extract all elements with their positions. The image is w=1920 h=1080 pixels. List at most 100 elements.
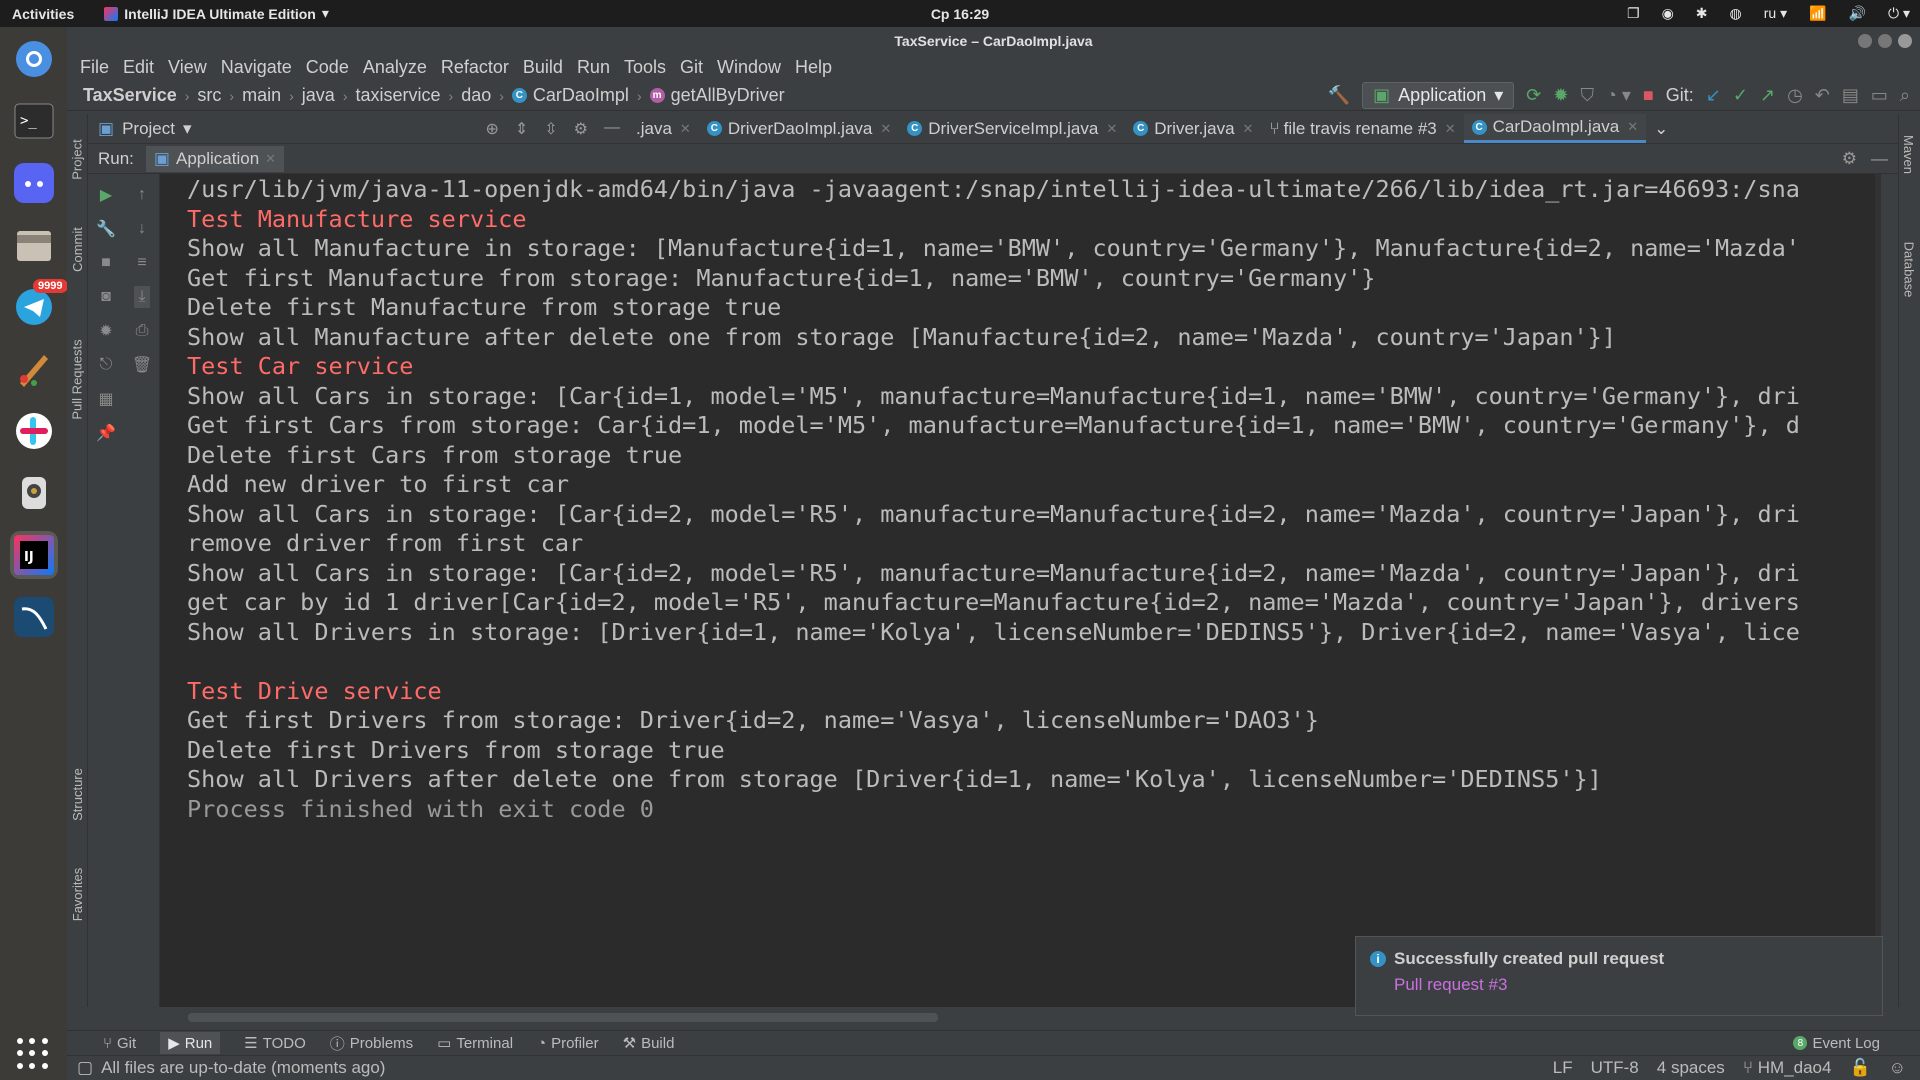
rerun-icon[interactable]: ⟳ — [1526, 85, 1541, 106]
close-tab-icon[interactable]: ✕ — [1445, 121, 1456, 137]
event-log-button[interactable]: 8 Event Log — [1793, 1035, 1880, 1052]
chromium-dock-icon[interactable] — [10, 35, 58, 83]
menu-help[interactable]: Help — [788, 57, 839, 78]
menu-build[interactable]: Build — [516, 57, 570, 78]
close-tab-icon[interactable]: ✕ — [680, 121, 691, 137]
git-push-icon[interactable]: ↗ — [1760, 85, 1775, 106]
line-separator[interactable]: LF — [1553, 1058, 1573, 1078]
debug-icon[interactable]: ✹ — [1553, 85, 1568, 106]
hide-icon[interactable]: — — [604, 119, 620, 139]
close-tab-icon[interactable]: ✕ — [265, 151, 276, 167]
status-panel-icon[interactable]: ▢ — [77, 1058, 93, 1078]
run-tab-application[interactable]: ▣ Application ✕ — [145, 145, 285, 172]
breadcrumb-dao[interactable]: dao — [461, 85, 491, 106]
editor-tab[interactable]: C Driver.java ✕ — [1125, 114, 1261, 143]
console-output[interactable]: /usr/lib/jvm/java-11-openjdk-amd64/bin/j… — [160, 174, 1880, 1007]
mysql-workbench-dock-icon[interactable] — [10, 593, 58, 641]
project-structure-icon[interactable]: ▤ — [1842, 85, 1859, 106]
down-arrow-icon[interactable]: ↓ — [138, 220, 146, 238]
breadcrumb-class[interactable]: C CarDaoImpl — [511, 85, 629, 106]
bottom-tab-build[interactable]: ⚒ Build — [623, 1034, 675, 1053]
file-encoding[interactable]: UTF-8 — [1591, 1058, 1639, 1078]
soft-wrap-icon[interactable]: ≡ — [137, 254, 146, 272]
keyboard-layout[interactable]: ru ▾ — [1764, 5, 1787, 22]
menu-git[interactable]: Git — [673, 57, 710, 78]
project-panel-header[interactable]: ▣ Project ▾ ⊕ ⇕ ⇳ ⚙ — — [88, 114, 628, 143]
menu-run[interactable]: Run — [570, 57, 617, 78]
editor-tab[interactable]: C DriverDaoImpl.java ✕ — [699, 114, 899, 143]
terminal-dock-icon[interactable]: >_ — [10, 97, 58, 145]
close-tab-icon[interactable]: ✕ — [880, 121, 891, 137]
git-commit-icon[interactable]: ✓ — [1733, 85, 1748, 106]
search-icon[interactable]: ⌕ — [1900, 85, 1910, 106]
app-menu[interactable]: IntelliJ IDEA Ultimate Edition ▾ — [104, 5, 329, 22]
editor-tab-active[interactable]: C CarDaoImpl.java ✕ — [1463, 114, 1647, 143]
bottom-tab-todo[interactable]: ☰ TODO — [244, 1034, 306, 1053]
show-applications-icon[interactable] — [17, 1038, 49, 1070]
git-history-icon[interactable]: ◷ — [1787, 85, 1803, 106]
intellij-dock-icon[interactable]: IJ — [9, 531, 58, 579]
vertical-scrollbar[interactable] — [1875, 174, 1881, 1007]
discord-tray-icon[interactable]: ◉ — [1662, 5, 1674, 22]
wrench-icon[interactable]: 🔧 — [96, 219, 116, 239]
editor-tab[interactable]: C DriverServiceImpl.java ✕ — [899, 114, 1125, 143]
pin-icon[interactable]: 📌 — [96, 423, 116, 443]
rerun-icon[interactable]: ▶ — [100, 185, 112, 205]
menu-view[interactable]: View — [161, 57, 214, 78]
collapse-all-icon[interactable]: ⇳ — [544, 119, 557, 139]
trash-icon[interactable]: 🗑 — [132, 355, 152, 375]
pull-request-link[interactable]: Pull request #3 — [1394, 975, 1868, 995]
gear-icon[interactable]: ⚙ — [1842, 149, 1857, 169]
menu-window[interactable]: Window — [710, 57, 788, 78]
tool-tab-database[interactable]: Database — [1898, 224, 1920, 314]
bottom-tab-run[interactable]: ▶ Run — [160, 1032, 221, 1054]
slack-tray-icon[interactable]: ✱ — [1696, 5, 1708, 22]
close-window-button[interactable] — [1898, 33, 1912, 48]
menu-code[interactable]: Code — [299, 57, 356, 78]
horizontal-scrollbar[interactable] — [188, 1013, 938, 1022]
volume-icon[interactable]: 🔊 — [1849, 5, 1866, 22]
menu-file[interactable]: File — [73, 57, 116, 78]
breadcrumb-main[interactable]: main — [242, 85, 281, 106]
scroll-to-end-icon[interactable]: ⤓ — [134, 286, 150, 308]
up-arrow-icon[interactable]: ↑ — [138, 186, 146, 204]
bottom-tab-profiler[interactable]: ◔ Profiler — [537, 1035, 599, 1052]
editor-tab[interactable]: ⑂ file travis rename #3 ✕ — [1261, 114, 1463, 143]
breadcrumb-taxiservice[interactable]: taxiservice — [355, 85, 440, 106]
webcam-dock-icon[interactable] — [10, 469, 58, 517]
menu-navigate[interactable]: Navigate — [214, 57, 299, 78]
indent-setting[interactable]: 4 spaces — [1657, 1058, 1725, 1078]
lock-icon[interactable]: 🔓 — [1849, 1058, 1870, 1078]
breadcrumb-method[interactable]: m getAllByDriver — [649, 85, 785, 106]
close-tab-icon[interactable]: ✕ — [1627, 119, 1638, 135]
menu-analyze[interactable]: Analyze — [356, 57, 434, 78]
tool-tab-project[interactable]: Project — [67, 124, 88, 194]
tool-tab-structure[interactable]: Structure — [67, 754, 88, 834]
breadcrumb-java[interactable]: java — [302, 85, 335, 106]
paint-dock-icon[interactable] — [10, 345, 58, 393]
clock[interactable]: Ср 16:29 — [931, 6, 989, 22]
build-hammer-icon[interactable]: 🔨 — [1328, 85, 1350, 106]
editor-tab[interactable]: .java ✕ — [628, 114, 699, 143]
layout-icon[interactable]: ▦ — [98, 389, 113, 409]
tab-list-dropdown[interactable]: ⌄ — [1646, 114, 1676, 143]
bottom-tab-git[interactable]: ⑂ Git — [103, 1035, 136, 1052]
activities-button[interactable]: Activities — [0, 6, 86, 22]
camera-icon[interactable]: ◙ — [101, 288, 111, 306]
tool-tab-commit[interactable]: Commit — [67, 214, 88, 284]
tool-tab-maven[interactable]: Maven — [1898, 124, 1920, 184]
hide-icon[interactable]: — — [1871, 149, 1888, 169]
maximize-button[interactable] — [1878, 33, 1892, 48]
locate-icon[interactable]: ⊕ — [485, 119, 498, 139]
wifi-icon[interactable]: 📶 — [1809, 5, 1826, 22]
git-update-icon[interactable]: ↙ — [1706, 85, 1721, 106]
slack-dock-icon[interactable] — [10, 407, 58, 455]
close-tab-icon[interactable]: ✕ — [1106, 121, 1117, 137]
browser-tray-icon[interactable]: ◍ — [1730, 5, 1742, 22]
expand-all-icon[interactable]: ⇕ — [515, 119, 528, 139]
inspector-icon[interactable]: ☺ — [1889, 1058, 1906, 1078]
gear-icon[interactable]: ⚙ — [574, 119, 588, 139]
discord-dock-icon[interactable] — [10, 159, 58, 207]
stop-icon[interactable]: ■ — [1643, 85, 1654, 106]
exit-icon[interactable]: ⎋ — [100, 356, 113, 374]
